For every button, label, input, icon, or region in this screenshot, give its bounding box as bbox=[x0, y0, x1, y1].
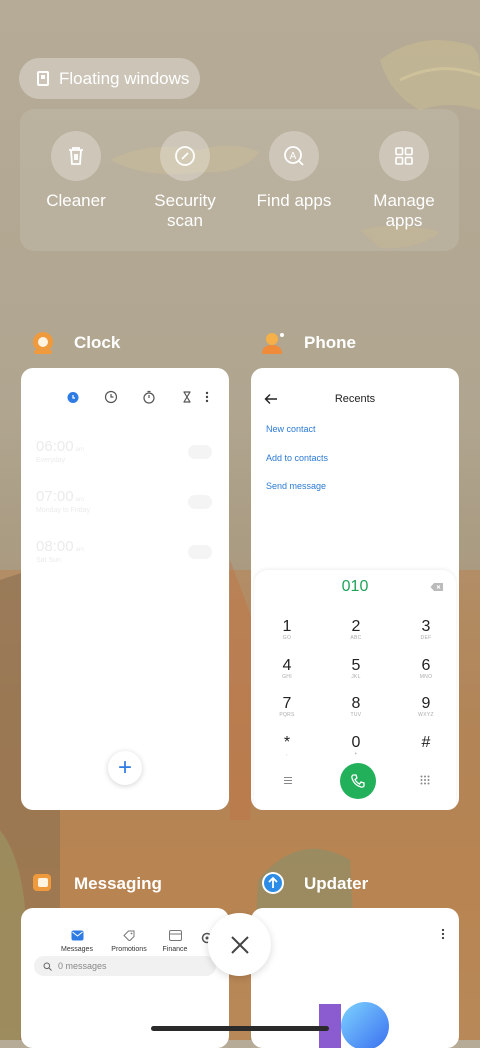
updater-app-title: Updater bbox=[304, 874, 369, 893]
more-options-icon[interactable] bbox=[440, 928, 446, 940]
card-icon bbox=[168, 930, 182, 941]
stopwatch-icon[interactable] bbox=[142, 390, 156, 404]
cleaner-button[interactable]: Cleaner bbox=[21, 131, 131, 211]
tab-finance[interactable]: Finance bbox=[157, 928, 193, 953]
world-clock-icon[interactable] bbox=[104, 390, 118, 404]
dial-key[interactable]: 4 GHI bbox=[257, 657, 317, 681]
phone-app-header[interactable]: Phone bbox=[260, 330, 356, 356]
dial-key[interactable]: 5 JKL bbox=[326, 657, 386, 681]
svg-text:A: A bbox=[290, 151, 297, 162]
alarm-item[interactable]: 07:00 am Monday to Friday bbox=[36, 488, 212, 514]
manage-apps-label: Manage apps bbox=[373, 191, 435, 230]
tab-messages[interactable]: Messages bbox=[57, 928, 97, 953]
trash-icon bbox=[51, 131, 101, 181]
dial-key[interactable]: *, bbox=[257, 734, 317, 758]
clock-app-card[interactable]: 06:00 am Everyday 07:00 am Monday to Frida… bbox=[21, 368, 229, 810]
alarm-time: 06:00 bbox=[36, 438, 74, 455]
dialed-number: 010 bbox=[341, 578, 369, 595]
messages-tab-icon bbox=[71, 930, 83, 941]
alarm-item[interactable]: 08:00 am Sat Sun bbox=[36, 538, 212, 564]
phone-app-title: Phone bbox=[304, 333, 356, 352]
dial-key[interactable]: 2 ABC bbox=[326, 618, 386, 642]
dial-key[interactable]: 8 TUV bbox=[326, 695, 386, 719]
keypad-icon[interactable] bbox=[420, 775, 430, 785]
updater-app-icon bbox=[262, 872, 284, 894]
alarm-repeat: Monday to Friday bbox=[36, 507, 91, 514]
dial-key[interactable]: 1 GO bbox=[257, 618, 317, 642]
messaging-app-icon bbox=[33, 874, 51, 891]
add-to-contacts-link[interactable]: Add to contacts bbox=[266, 453, 328, 463]
plus-icon: + bbox=[117, 754, 132, 781]
tag-icon bbox=[122, 930, 134, 942]
alarm-repeat: Everyday bbox=[36, 457, 66, 464]
backspace-icon[interactable] bbox=[430, 582, 444, 592]
new-contact-link[interactable]: New contact bbox=[266, 424, 316, 434]
alarm-item[interactable]: 06:00 am Everyday bbox=[36, 438, 212, 464]
alarm-repeat: Sat Sun bbox=[36, 557, 61, 564]
clock-app-title: Clock bbox=[74, 333, 121, 352]
search-icon bbox=[43, 962, 52, 971]
floating-windows-button[interactable]: Floating windows bbox=[19, 58, 200, 99]
phone-app-icon bbox=[262, 333, 284, 354]
more-options-icon[interactable] bbox=[203, 390, 211, 404]
floating-window-icon bbox=[37, 71, 49, 86]
alarm-ampm: am bbox=[75, 547, 84, 553]
clear-all-button[interactable] bbox=[208, 913, 271, 976]
alarm-toggle[interactable] bbox=[188, 445, 212, 459]
dial-key[interactable]: 0 + bbox=[326, 734, 386, 758]
recents-title: Recents bbox=[334, 393, 376, 405]
alarm-time: 08:00 bbox=[36, 538, 74, 555]
security-scan-label: Security scan bbox=[154, 191, 216, 230]
close-icon bbox=[230, 935, 249, 954]
manage-apps-button[interactable]: Manage apps bbox=[349, 131, 459, 231]
alarm-ampm: am bbox=[75, 497, 84, 503]
add-alarm-button[interactable]: + bbox=[108, 751, 142, 785]
tab-promotions-label: Promotions bbox=[111, 946, 147, 953]
dial-key[interactable]: 6 MNO bbox=[396, 657, 456, 681]
miui-logo-graphic bbox=[319, 1002, 389, 1048]
dial-key[interactable]: # bbox=[396, 734, 456, 751]
phone-call-icon bbox=[351, 774, 365, 788]
security-scan-button[interactable]: Security scan bbox=[130, 131, 240, 231]
call-button[interactable] bbox=[340, 763, 376, 799]
clock-tabs bbox=[21, 390, 229, 406]
clock-app-header[interactable]: Clock bbox=[30, 330, 120, 356]
updater-app-header[interactable]: Updater bbox=[260, 871, 368, 897]
tab-messages-label: Messages bbox=[61, 946, 93, 953]
alarm-time: 07:00 bbox=[36, 488, 74, 505]
floating-windows-label: Floating windows bbox=[59, 68, 190, 88]
menu-icon[interactable] bbox=[283, 776, 293, 785]
tab-promotions[interactable]: Promotions bbox=[107, 928, 151, 953]
send-message-link[interactable]: Send message bbox=[266, 481, 326, 491]
alarm-icon[interactable] bbox=[66, 390, 80, 404]
find-apps-label: Find apps bbox=[256, 191, 332, 210]
dial-key[interactable]: 7 PQRS bbox=[257, 695, 317, 719]
find-apps-button[interactable]: A Find apps bbox=[239, 131, 349, 211]
search-messages-input[interactable]: 0 messages bbox=[34, 956, 216, 976]
alarm-ampm: am bbox=[75, 447, 84, 453]
phone-app-card[interactable]: Recents New contact Add to contacts Send… bbox=[251, 368, 459, 810]
home-indicator[interactable] bbox=[151, 1026, 329, 1031]
quick-tools-panel: Cleaner Security scan A Find apps Manage a… bbox=[20, 109, 459, 251]
tab-finance-label: Finance bbox=[162, 946, 188, 953]
security-scan-icon bbox=[160, 131, 210, 181]
clock-app-icon bbox=[33, 332, 53, 354]
search-placeholder: 0 messages bbox=[58, 961, 107, 971]
find-apps-icon: A bbox=[269, 131, 319, 181]
messaging-app-header[interactable]: Messaging bbox=[30, 871, 162, 897]
grid-icon bbox=[379, 131, 429, 181]
cleaner-label: Cleaner bbox=[46, 191, 106, 210]
dialpad: 010 1 GO 2 ABC 3 DEF 4 GHI 5 JKL 6 MNO 7 PQRS 8… bbox=[254, 570, 456, 810]
messaging-app-title: Messaging bbox=[74, 874, 162, 893]
alarm-toggle[interactable] bbox=[188, 495, 212, 509]
timer-icon[interactable] bbox=[180, 390, 194, 404]
dial-key[interactable]: 3 DEF bbox=[396, 618, 456, 642]
alarm-toggle[interactable] bbox=[188, 545, 212, 559]
dial-key[interactable]: 9 WXYZ bbox=[396, 695, 456, 719]
